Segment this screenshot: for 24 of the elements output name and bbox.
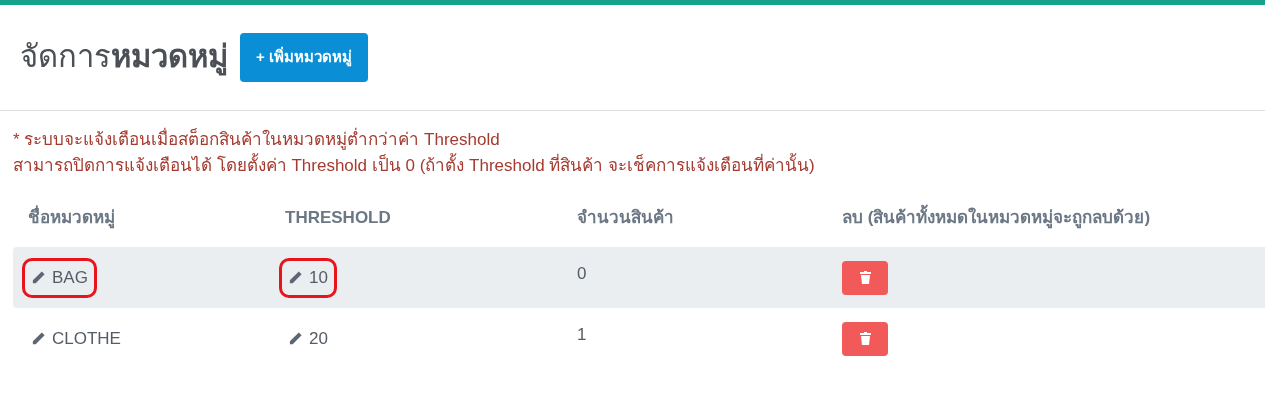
column-header: ชื่อหมวดหมู่ <box>13 205 270 231</box>
editable-value[interactable]: 20 <box>279 318 337 359</box>
pencil-icon <box>31 270 46 285</box>
delete-button[interactable] <box>842 321 888 356</box>
editable-value[interactable]: 10 <box>279 257 337 298</box>
add-category-button[interactable]: + เพิ่มหมวดหมู่ <box>240 33 368 82</box>
column-header: ลบ (สินค้าทั้งหมดในหมวดหมู่จะถูกลบด้วย) <box>827 205 1265 231</box>
trash-icon <box>859 271 871 284</box>
table-cell-text: 0 <box>576 263 588 285</box>
warning-note: * ระบบจะแจ้งเตือนเมื่อสต็อกสินค้าในหมวดหมู่ต่ำกว่าค่า Threshold <box>13 127 1265 153</box>
page-title: จัดการหมวดหมู่ <box>20 38 228 78</box>
trash-icon <box>859 332 871 345</box>
table-row[interactable]: BAG 10 0 <box>13 247 1265 308</box>
pencil-icon <box>288 270 303 285</box>
editable-value[interactable]: CLOTHE <box>22 318 130 359</box>
table-cell-text: 1 <box>576 324 588 346</box>
column-header: จำนวนสินค้า <box>576 207 675 230</box>
pencil-icon <box>31 331 46 346</box>
pencil-icon <box>288 331 303 346</box>
column-header: THRESHOLD <box>284 207 392 230</box>
table-row[interactable]: CLOTHE 20 1 <box>13 308 1265 369</box>
delete-button[interactable] <box>842 260 888 295</box>
editable-value[interactable]: BAG <box>22 257 97 298</box>
warning-note: สามารถปิดการแจ้งเตือนได้ โดยตั้งค่า Threshold เป็น 0 (ถ้าตั้ง Threshold ที่สินค้า จะเช็คการแจ้งเตือนที่ค่านั้น) <box>13 153 1265 179</box>
